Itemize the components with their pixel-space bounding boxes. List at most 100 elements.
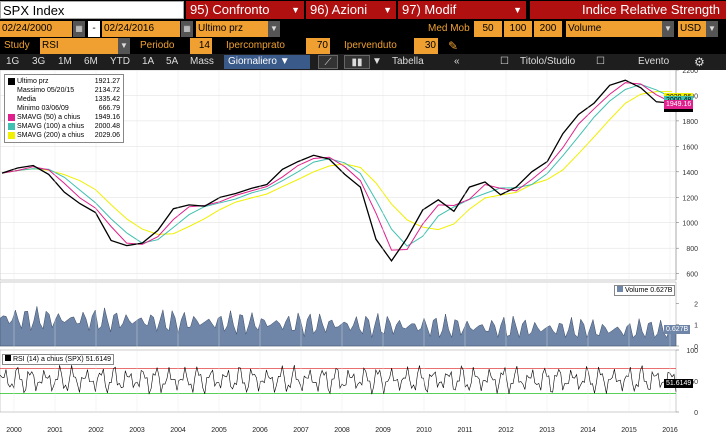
x-tick-label: 2000 — [6, 427, 22, 434]
price-tick-label: 1400 — [682, 170, 698, 177]
legend-row: Ultimo prz 1921.27 — [8, 77, 120, 86]
x-tick-label: 2015 — [621, 427, 637, 434]
back-icon[interactable]: « — [454, 55, 460, 69]
confronto-menu[interactable]: 95) Confronto ▼ — [186, 1, 304, 19]
gear-icon[interactable]: ⚙ — [694, 55, 705, 69]
study-row: Study RSI ▼ Periodo 14 Ipercomprato 70 I… — [0, 38, 726, 54]
checkbox-icon[interactable]: ☐ — [596, 55, 605, 69]
tabella-button[interactable]: Tabella — [392, 55, 424, 69]
ticker-input[interactable]: SPX Index — [0, 1, 184, 19]
price-field-select[interactable]: Ultimo prz — [196, 21, 268, 37]
range-mass[interactable]: Mass — [190, 55, 214, 69]
legend-label: Media — [17, 96, 37, 103]
chevron-down-icon: ▼ — [513, 5, 522, 15]
volume-field-select[interactable]: Volume — [566, 21, 662, 37]
volume-tick-label: 1 — [694, 323, 698, 330]
date-row: 02/24/2000 ▦ - 02/24/2016 ▦ Ultimo prz ▼… — [0, 20, 726, 38]
x-tick-label: 2012 — [498, 427, 514, 434]
study-select[interactable]: RSI — [40, 38, 118, 54]
checkbox-icon[interactable]: ☐ — [500, 55, 509, 69]
ipercomprato-label: Ipercomprato — [226, 40, 285, 51]
ma50-tag: 1949.16 — [664, 100, 694, 109]
x-tick-label: 2003 — [129, 427, 145, 434]
date-to-input[interactable]: 02/24/2016 — [102, 21, 180, 37]
legend-value: 2134.72 — [94, 87, 120, 94]
title-bar: SPX Index 95) Confronto ▼ 96) Azioni ▼ 9… — [0, 0, 726, 20]
price-tick-label: 600 — [686, 272, 698, 279]
chevron-down-icon[interactable]: ▼ — [372, 55, 382, 69]
ipervenduto-input[interactable]: 30 — [414, 38, 438, 54]
ma2-input[interactable]: 100 — [504, 21, 532, 37]
ipervenduto-label: Ipervenduto — [344, 40, 397, 51]
legend-value: 1921.27 — [94, 78, 120, 85]
currency-select[interactable]: USD — [678, 21, 706, 37]
study-label: Study — [4, 40, 30, 51]
azioni-menu[interactable]: 96) Azioni ▼ — [306, 1, 396, 19]
calendar-icon[interactable]: ▦ — [73, 21, 85, 37]
x-tick-label: 2002 — [88, 427, 104, 434]
ma3-input[interactable]: 200 — [534, 21, 562, 37]
rsi-legend-text: RSI (14) a chius (SPX) 51.6149 — [12, 356, 112, 363]
range-ytd[interactable]: YTD — [110, 55, 130, 69]
range-1g[interactable]: 1G — [6, 55, 19, 69]
x-tick-label: 2001 — [47, 427, 63, 434]
legend-row: SMAVG (200) a chius 2029.06 — [8, 131, 120, 140]
x-tick-label: 2008 — [334, 427, 350, 434]
volume-legend: Volume 0.627B — [614, 285, 676, 296]
pencil-icon[interactable]: ✎ — [448, 38, 458, 54]
periodo-input[interactable]: 14 — [190, 38, 212, 54]
range-1a[interactable]: 1A — [142, 55, 154, 69]
range-5a[interactable]: 5A — [166, 55, 178, 69]
price-tick-label: 2200 — [682, 70, 698, 75]
ipercomprato-input[interactable]: 70 — [306, 38, 330, 54]
ma1-input[interactable]: 50 — [474, 21, 502, 37]
date-separator: - — [88, 21, 100, 37]
volume-tick-label: 2 — [694, 301, 698, 308]
legend-value: 666.79 — [98, 105, 120, 112]
legend-row: Massimo 05/20/15 2134.72 — [8, 86, 120, 95]
x-tick-label: 2014 — [580, 427, 596, 434]
legend-row: Minimo 03/06/09 666.79 — [8, 104, 120, 113]
titolo-button[interactable]: Titolo/Studio — [520, 55, 575, 69]
chevron-down-icon[interactable]: ▼ — [706, 21, 718, 37]
periodo-label: Periodo — [140, 40, 175, 51]
x-tick-label: 2005 — [211, 427, 227, 434]
price-tick-label: 1200 — [682, 195, 698, 202]
line-chart-icon[interactable]: ⟋ — [318, 55, 338, 69]
legend-value: 2029.06 — [94, 132, 120, 139]
price-legend: Ultimo prz 1921.27 Massimo 05/20/15 2134.7… — [4, 74, 124, 143]
legend-row: Media 1335.42 — [8, 95, 120, 104]
volume-panel: 012 — [0, 281, 698, 351]
chevron-down-icon[interactable]: ▼ — [268, 21, 280, 37]
legend-label: Massimo 05/20/15 — [17, 87, 75, 94]
legend-label: Minimo 03/06/09 — [17, 105, 69, 112]
range-3g[interactable]: 3G — [32, 55, 45, 69]
volume-tag: 0.627B — [664, 325, 691, 334]
calendar-icon[interactable]: ▦ — [181, 21, 193, 37]
range-6m[interactable]: 6M — [84, 55, 98, 69]
modif-label: 97) Modif — [402, 2, 457, 17]
date-from-input[interactable]: 02/24/2000 — [0, 21, 72, 37]
period-label: Giornaliero — [228, 56, 277, 67]
chevron-down-icon[interactable]: ▼ — [662, 21, 674, 37]
rsi-legend: RSI (14) a chius (SPX) 51.6149 — [2, 354, 115, 365]
range-1m[interactable]: 1M — [58, 55, 72, 69]
evento-button[interactable]: Evento — [638, 55, 669, 69]
x-tick-label: 2004 — [170, 427, 186, 434]
toolbar: 1G 3G 1M 6M YTD 1A 5A Mass Giornaliero ▼… — [0, 54, 726, 70]
price-tick-label: 1800 — [682, 119, 698, 126]
legend-label: Ultimo prz — [17, 78, 49, 85]
legend-value: 2000.48 — [94, 123, 120, 130]
page-title: Indice Relative Strength — [530, 1, 726, 19]
chevron-down-icon[interactable]: ▼ — [118, 38, 130, 54]
bar-chart-icon[interactable]: ▮▮ — [344, 55, 370, 69]
price-tick-label: 800 — [686, 246, 698, 253]
period-select[interactable]: Giornaliero ▼ — [224, 55, 310, 69]
chevron-down-icon: ▼ — [383, 5, 392, 15]
modif-menu[interactable]: 97) Modif ▼ — [398, 1, 526, 19]
x-tick-label: 2016 — [662, 427, 678, 434]
price-tick-label: 1600 — [682, 144, 698, 151]
x-tick-label: 2011 — [457, 427, 472, 434]
x-tick-label: 2007 — [293, 427, 309, 434]
legend-value: 1949.16 — [94, 114, 120, 121]
